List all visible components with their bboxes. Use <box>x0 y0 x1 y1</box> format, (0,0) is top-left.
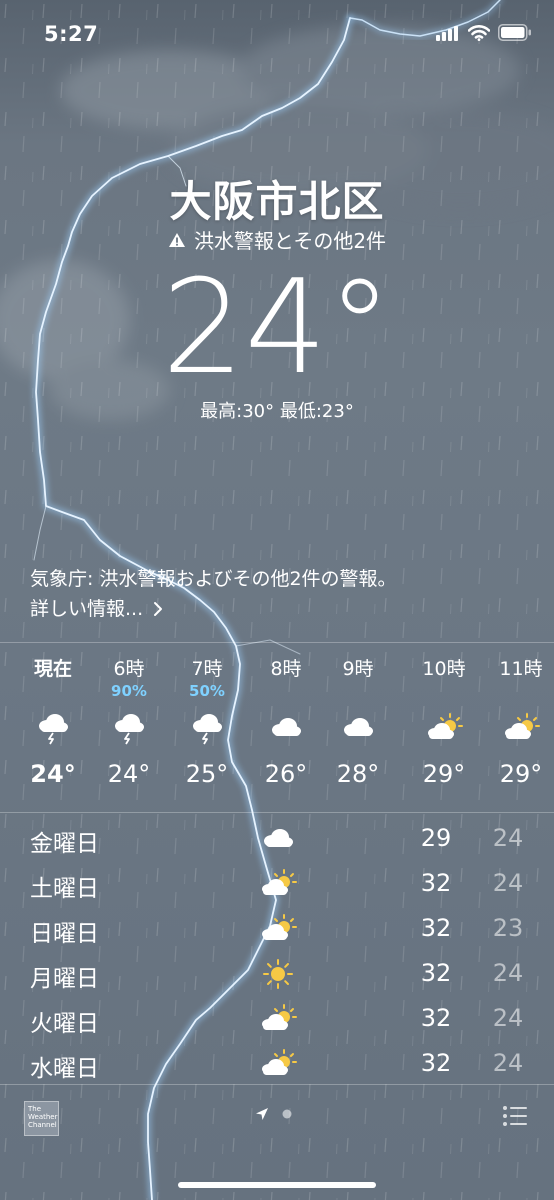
hourly-item: 11時 29° <box>486 656 554 794</box>
hour-temperature: 25° <box>185 760 229 788</box>
hour-time: 10時 <box>422 658 466 680</box>
daily-row: 土曜日 32 24 <box>0 863 554 907</box>
warning-icon <box>168 232 185 247</box>
status-time: 5:27 <box>44 22 99 46</box>
day-low: 24 <box>492 1004 524 1032</box>
day-name: 土曜日 <box>30 876 99 902</box>
divider-top <box>0 642 554 643</box>
hour-precip-chance: 50% <box>189 682 225 700</box>
daily-row: 水曜日 32 24 <box>0 1043 554 1087</box>
chevron-right-icon <box>154 602 163 616</box>
alert-text: 洪水警報とその他2件 <box>193 229 387 253</box>
hourly-item: 現在 24° <box>18 656 88 794</box>
list-icon <box>503 1106 527 1126</box>
partly-sunny-icon <box>256 867 300 901</box>
day-high: 32 <box>420 914 452 942</box>
day-name: 火曜日 <box>30 1011 99 1037</box>
current-temperature: 24° <box>161 251 393 403</box>
hour-precip-chance <box>18 682 88 702</box>
day-low: 24 <box>492 959 524 987</box>
day-name: 月曜日 <box>30 966 99 992</box>
day-low: 24 <box>492 824 524 852</box>
sun-icon <box>256 957 300 991</box>
hourly-item: 6時 90% 24° <box>94 656 164 794</box>
weather-channel-logo[interactable]: The Weather Channel <box>24 1101 59 1136</box>
daily-row: 金曜日 29 24 <box>0 818 554 862</box>
hour-time: 9時 <box>342 658 374 680</box>
home-indicator[interactable] <box>178 1182 376 1188</box>
battery-icon <box>498 24 531 41</box>
hour-time: 8時 <box>270 658 302 680</box>
city-name: 大阪市北区 <box>169 177 385 226</box>
day-high: 32 <box>420 1004 452 1032</box>
more-info-link[interactable]: 詳しい情報... <box>30 594 397 624</box>
hour-time: 11時 <box>499 658 543 680</box>
partly-sunny-icon <box>256 1047 300 1081</box>
cloud-icon <box>323 702 393 754</box>
weather-notice: 気象庁: 洪水警報およびその他2件の警報。 詳しい情報... <box>30 564 397 624</box>
hour-temperature: 29° <box>499 760 543 788</box>
day-low: 23 <box>492 914 524 942</box>
cloud-icon <box>256 822 300 856</box>
daily-row: 月曜日 32 24 <box>0 953 554 997</box>
wifi-icon <box>468 24 490 41</box>
divider-middle <box>0 812 554 813</box>
page-indicator[interactable] <box>254 1106 292 1122</box>
location-arrow-icon <box>256 1108 268 1120</box>
day-high: 29 <box>420 824 452 852</box>
day-name: 金曜日 <box>30 831 99 857</box>
thunderstorm-rain-icon <box>94 702 164 754</box>
hour-precip-chance <box>251 682 321 702</box>
hour-time: 7時 <box>191 658 223 680</box>
partly-sunny-icon <box>256 1002 300 1036</box>
day-high: 32 <box>420 869 452 897</box>
hour-precip-chance <box>409 682 479 702</box>
hour-precip-chance <box>323 682 393 702</box>
hourly-item: 10時 29° <box>409 656 479 794</box>
city-list-button[interactable] <box>502 1105 528 1131</box>
notice-text: 気象庁: 洪水警報およびその他2件の警報。 <box>30 568 397 590</box>
page-dot-icon <box>282 1109 292 1119</box>
hour-temperature: 28° <box>336 760 380 788</box>
daily-row: 火曜日 32 24 <box>0 998 554 1042</box>
partly-sunny-icon <box>409 702 479 754</box>
hourly-item: 9時 28° <box>323 656 393 794</box>
day-high: 32 <box>420 959 452 987</box>
hourly-item: 8時 26° <box>251 656 321 794</box>
day-name: 日曜日 <box>30 921 99 947</box>
more-info-label: 詳しい情報... <box>30 598 144 620</box>
divider-bottom <box>0 1084 554 1085</box>
weather-alert[interactable]: 洪水警報とその他2件 <box>0 225 554 254</box>
hour-time: 現在 <box>33 658 72 680</box>
day-low: 24 <box>492 1049 524 1077</box>
status-icons <box>436 24 532 41</box>
day-name: 水曜日 <box>30 1056 99 1082</box>
partly-sunny-icon <box>256 912 300 946</box>
hour-temperature: 24° <box>107 760 151 788</box>
hourly-item: 7時 50% 25° <box>172 656 242 794</box>
high-low-temperature: 最高:30° 最低:23° <box>200 401 354 422</box>
cellular-signal-icon <box>436 25 458 41</box>
cloud-icon <box>251 702 321 754</box>
hour-temperature: 29° <box>422 760 466 788</box>
thunderstorm-rain-icon <box>18 702 88 754</box>
day-high: 32 <box>420 1049 452 1077</box>
weather-screen: 5:27 大阪市北区 洪水警報とその他2件 24° 最高:30° 最低:23° … <box>0 0 554 1200</box>
hour-time: 6時 <box>113 658 145 680</box>
day-low: 24 <box>492 869 524 897</box>
hour-precip-chance <box>486 682 554 702</box>
hour-precip-chance: 90% <box>111 682 147 700</box>
hour-temperature: 26° <box>264 760 308 788</box>
thunderstorm-rain-icon <box>172 702 242 754</box>
hour-temperature: 24° <box>30 760 76 788</box>
partly-sunny-icon <box>486 702 554 754</box>
daily-row: 日曜日 32 23 <box>0 908 554 952</box>
